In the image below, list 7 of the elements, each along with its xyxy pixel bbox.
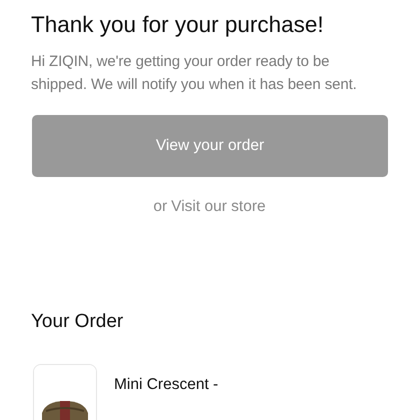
heading: Thank you for your purchase! (31, 11, 325, 39)
visit-store-link[interactable]: Visit our store (171, 198, 266, 216)
or-text: or (153, 198, 168, 216)
section-title: Your Order (31, 310, 124, 334)
product-name: Mini Crescent - (114, 376, 218, 394)
message-text: Hi ZIQIN, we're getting your order ready to be shipped. We will notify you when it has been sent. (31, 52, 358, 95)
view-order-button[interactable]: View your order (32, 115, 388, 177)
